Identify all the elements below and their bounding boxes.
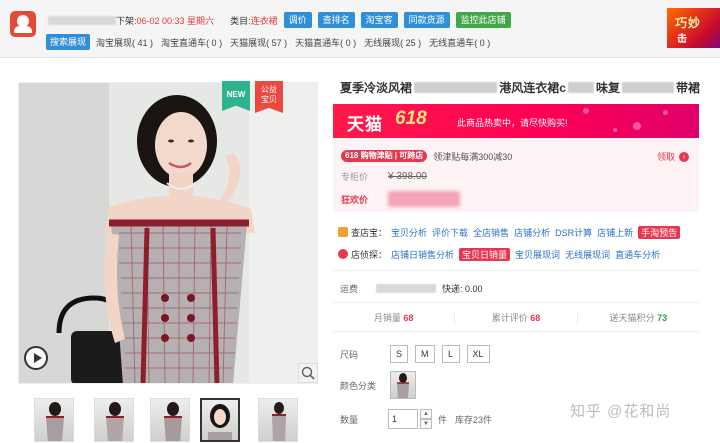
size-label: 尺码	[340, 349, 359, 360]
color-selector: 颜色分类	[340, 371, 416, 399]
tool-shop-sales[interactable]: 全店销售	[473, 226, 509, 239]
thumbnail[interactable]	[258, 398, 298, 442]
price-box: 618 购物津贴 | 可跨店 领津贴每满300减30 领取 › 专柜价 ¥ 398…	[333, 138, 699, 212]
size-selector: 尺码 S M L XL	[340, 345, 497, 363]
promo-banner[interactable]: 巧妙 击	[667, 8, 720, 48]
same-source-button[interactable]: 同款货源	[403, 12, 450, 28]
tmall-618-logo: 618	[395, 108, 427, 129]
promo-price-row: 狂欢价	[341, 191, 461, 207]
thumbnail[interactable]	[94, 398, 134, 442]
tool-item-keywords[interactable]: 宝贝展现词	[515, 248, 560, 261]
stat-tmall-exposure[interactable]: 天猫展现( 57 )	[230, 36, 287, 49]
coupon-row: 618 购物津贴 | 可跨店 领津贴每满300减30	[341, 149, 512, 163]
decrease-icon[interactable]: ▼	[420, 419, 432, 429]
sales-stats: 月销量 68 累计评价 68 送天猫积分 73	[333, 308, 699, 328]
store-tools-icon	[338, 227, 348, 237]
quantity-input[interactable]	[388, 409, 418, 429]
shop-detective-label: 店侦探：	[338, 248, 387, 261]
tmall-banner-subtitle: 此商品热卖中，请尽快购买!	[457, 118, 568, 128]
chevron-right-icon: ›	[679, 151, 689, 162]
size-option-l[interactable]: L	[441, 345, 460, 363]
quantity-unit: 件	[438, 414, 448, 425]
divider	[333, 270, 699, 271]
category-value[interactable]: 连衣裙	[251, 14, 278, 27]
banner-text: 巧妙	[675, 16, 702, 30]
tmall-618-banner: 天猫 618 此商品热卖中，请尽快购买!	[333, 104, 699, 138]
freight-label: 运费	[340, 284, 359, 294]
stat-taobao-exposure[interactable]: 淘宝展现( 41 )	[96, 36, 153, 49]
total-reviews[interactable]: 累计评价 68	[455, 312, 578, 324]
color-option[interactable]	[390, 371, 416, 399]
detective-icon	[338, 249, 348, 259]
promo-price-label: 狂欢价	[341, 194, 369, 205]
magnifier-icon[interactable]	[298, 363, 318, 383]
stat-wireless-ztc[interactable]: 无线直通车( 0 )	[429, 36, 490, 49]
freight-row: 运费 快递: 0.00	[340, 282, 483, 295]
divider	[333, 331, 699, 332]
quantity-stepper: ▲ ▼	[420, 409, 432, 429]
list-price: ¥ 398.00	[388, 171, 427, 182]
taobaoke-button[interactable]: 淘宝客	[360, 12, 398, 28]
toolbar-info-row: 下架: 06-02 00:33 星期六 类目: 连衣裙 调价 查排名 淘宝客 同…	[48, 12, 511, 28]
redacted-text	[48, 15, 116, 25]
monitor-shop-button[interactable]: 监控此店铺	[455, 12, 511, 28]
product-title: 夏季冷淡风裙 港风连衣裙c 味复 带裙	[340, 80, 700, 95]
plugin-toolbar: 下架: 06-02 00:33 星期六 类目: 连衣裙 调价 查排名 淘宝客 同…	[0, 0, 720, 58]
stat-taobao-ztc[interactable]: 淘宝直通车( 0 )	[161, 36, 222, 49]
product-main-image[interactable]	[18, 82, 318, 384]
store-tools-label: 查店宝：	[338, 226, 387, 239]
shop-detective-row: 店侦探： 店铺日销售分析 宝贝日销量 宝贝展现词 无线展现词 直通车分析	[338, 247, 665, 261]
tool-item-analysis[interactable]: 宝贝分析	[391, 226, 427, 239]
tool-new-arrivals[interactable]: 店铺上新	[597, 226, 633, 239]
monthly-sales: 月销量 68	[333, 312, 456, 324]
thumbnail[interactable]	[34, 398, 74, 442]
coupon-tag: 618 购物津贴 | 可跨店	[341, 150, 428, 162]
quantity-label: 数量	[340, 414, 359, 425]
banner-text-2: 击	[677, 34, 687, 45]
tmall-points: 送天猫积分 73	[609, 313, 668, 323]
tool-dsr-calc[interactable]: DSR计算	[555, 226, 592, 239]
color-label: 颜色分类	[340, 380, 377, 391]
size-option-xl[interactable]: XL	[466, 345, 490, 363]
list-price-row: 专柜价 ¥ 398.00	[341, 170, 427, 183]
tool-daily-sales-analysis[interactable]: 店铺日销售分析	[391, 248, 454, 261]
freight-value: 快递: 0.00	[442, 284, 483, 294]
stat-tmall-ztc[interactable]: 天猫直通车( 0 )	[295, 36, 356, 49]
tool-wireless-keywords[interactable]: 无线展现词	[565, 248, 610, 261]
size-option-s[interactable]: S	[390, 345, 409, 363]
shelf-label: 下架:	[116, 15, 137, 26]
check-rank-button[interactable]: 查排名	[317, 12, 355, 28]
increase-icon[interactable]: ▲	[420, 409, 432, 419]
thumbnail-active[interactable]	[200, 398, 240, 442]
model-photo	[19, 83, 317, 383]
quantity-row: 数量 ▲ ▼ 件 库存23件	[340, 409, 492, 429]
store-tools-row: 查店宝： 宝贝分析 评价下载 全店销售 店铺分析 DSR计算 店铺上新 手淘预告	[338, 225, 681, 239]
tool-ztc-analysis[interactable]: 直通车分析	[615, 248, 660, 261]
plugin-logo-icon[interactable]	[10, 11, 36, 37]
thumbnail-strip	[34, 398, 304, 442]
tool-shop-analysis[interactable]: 店铺分析	[514, 226, 550, 239]
redacted-price	[388, 191, 461, 207]
exposure-stats-row: 搜索展现 淘宝展现( 41 ) 淘宝直通车( 0 ) 天猫展现( 57 ) 天猫…	[46, 34, 498, 50]
size-option-m[interactable]: M	[415, 345, 435, 363]
thumbnail[interactable]	[150, 398, 190, 442]
stat-wireless-exposure[interactable]: 无线展现( 25 )	[364, 36, 421, 49]
category-label: 类目:	[230, 15, 251, 26]
tool-item-daily-sales[interactable]: 宝贝日销量	[459, 247, 511, 261]
search-exposure-button[interactable]: 搜索展现	[46, 34, 91, 50]
tool-mobile-preview[interactable]: 手淘预告	[638, 225, 681, 239]
tool-reviews-download[interactable]: 评价下载	[432, 226, 468, 239]
list-price-label: 专柜价	[341, 172, 369, 182]
play-video-icon[interactable]	[24, 346, 48, 370]
claim-coupon-link[interactable]: 领取 ›	[657, 150, 689, 163]
coupon-text: 领津贴每满300减30	[433, 151, 513, 162]
divider	[333, 302, 699, 303]
stock-count: 库存23件	[455, 414, 493, 425]
tmall-logo: 天猫	[347, 115, 383, 134]
adjust-price-button[interactable]: 调价	[283, 12, 312, 28]
redacted-location	[376, 284, 437, 293]
shelf-time: 06-02 00:33 星期六	[136, 15, 215, 26]
watermark: 知乎 @花和尚	[570, 403, 672, 420]
